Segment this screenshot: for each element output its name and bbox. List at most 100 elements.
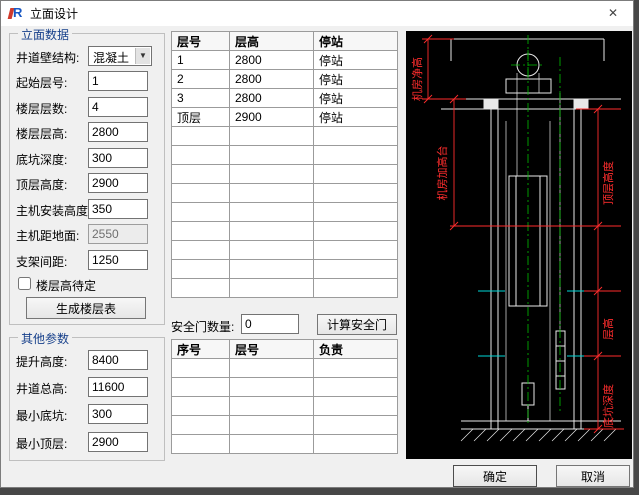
- top-floor-height-input[interactable]: [88, 173, 148, 193]
- elevation-data-group-title: 立面数据: [18, 26, 72, 43]
- safety-door-table: 序号 层号 负责: [171, 339, 398, 454]
- floor-height-tbd-label: 楼层高待定: [36, 277, 96, 294]
- top-floor-height-label: 顶层高度:: [16, 176, 67, 193]
- cell[interactable]: 1: [172, 51, 230, 70]
- table-row: [172, 416, 398, 435]
- floor-table-header-cell: 层高: [230, 32, 314, 51]
- ok-button[interactable]: 确定: [453, 465, 537, 487]
- app-icon: R: [8, 6, 24, 21]
- machine-install-height-label: 主机安装高度:: [16, 202, 91, 219]
- cell[interactable]: 停站: [314, 89, 398, 108]
- cell[interactable]: 2800: [230, 70, 314, 89]
- shaft-wall-value: 混凝土: [93, 51, 129, 65]
- cell[interactable]: 停站: [314, 108, 398, 127]
- table-row: [172, 146, 398, 165]
- bracket-spacing-label: 支架间距:: [16, 253, 67, 270]
- shaft-structure: [441, 39, 621, 429]
- empty-cell: [314, 146, 398, 165]
- start-floor-input[interactable]: [88, 71, 148, 91]
- cell[interactable]: 2: [172, 70, 230, 89]
- empty-cell: [314, 397, 398, 416]
- generate-floor-table-button[interactable]: 生成楼层表: [26, 297, 146, 319]
- field-row: 井道壁结构: 混凝土 ▼: [16, 46, 160, 66]
- table-row: [172, 165, 398, 184]
- field-row: 支架间距:: [16, 250, 160, 270]
- field-row: 楼层层数:: [16, 97, 160, 117]
- floor-height-tbd-checkbox[interactable]: [18, 277, 31, 290]
- machine-install-height-input[interactable]: [88, 199, 148, 219]
- empty-cell: [172, 279, 230, 298]
- empty-cell: [314, 359, 398, 378]
- floor-table-header-cell: 层号: [172, 32, 230, 51]
- floor-count-label: 楼层层数:: [16, 100, 67, 117]
- machine-ground-distance-label: 主机距地面:: [16, 227, 79, 244]
- chevron-down-icon: ▼: [135, 48, 150, 64]
- min-top-floor-input[interactable]: [88, 432, 148, 452]
- empty-cell: [314, 435, 398, 454]
- dimension-lines: [422, 35, 624, 433]
- empty-cell: [172, 222, 230, 241]
- floor-height-input[interactable]: [88, 122, 148, 142]
- shaft-total-height-input[interactable]: [88, 377, 148, 397]
- table-row[interactable]: 2 2800 停站: [172, 70, 398, 89]
- counterweight: [556, 331, 565, 389]
- empty-cell: [230, 279, 314, 298]
- empty-cell: [172, 435, 230, 454]
- start-floor-label: 起始层号:: [16, 74, 67, 91]
- close-icon[interactable]: ✕: [598, 4, 628, 22]
- dim-label-floor-height: 层高: [601, 318, 615, 340]
- empty-cell: [230, 378, 314, 397]
- machine-ground-distance-input: [88, 224, 148, 244]
- safety-door-table-header: 序号 层号 负责: [172, 340, 398, 359]
- empty-cell: [314, 260, 398, 279]
- field-row: 底坑深度:: [16, 148, 160, 168]
- empty-cell: [230, 222, 314, 241]
- window-title: 立面设计: [30, 5, 78, 22]
- empty-cell: [314, 378, 398, 397]
- empty-cell: [172, 184, 230, 203]
- field-row: 井道总高:: [16, 377, 160, 397]
- min-pit-input[interactable]: [88, 404, 148, 424]
- dim-label-top-floor-height: 顶层高度: [601, 161, 615, 205]
- empty-cell: [230, 416, 314, 435]
- empty-cell: [314, 416, 398, 435]
- dimension-labels: 机房净高 机房加高台 顶层高度 层高 底坑深度: [410, 57, 615, 428]
- safety-door-table-header-cell: 序号: [172, 340, 230, 359]
- empty-cell: [314, 165, 398, 184]
- app-icon-letter: R: [13, 5, 22, 20]
- table-row[interactable]: 顶层 2900 停站: [172, 108, 398, 127]
- pit-depth-input[interactable]: [88, 148, 148, 168]
- floor-count-input[interactable]: [88, 97, 148, 117]
- cell[interactable]: 2800: [230, 51, 314, 70]
- cancel-button[interactable]: 取消: [556, 465, 630, 487]
- empty-cell: [314, 127, 398, 146]
- table-row: [172, 279, 398, 298]
- dim-label-pit-depth: 底坑深度: [601, 384, 615, 428]
- min-top-floor-label: 最小顶层:: [16, 435, 67, 452]
- floor-table-header: 层号 层高 停站: [172, 32, 398, 51]
- safety-door-count-input[interactable]: [241, 314, 299, 334]
- table-row[interactable]: 1 2800 停站: [172, 51, 398, 70]
- field-row: 楼层层高:: [16, 122, 160, 142]
- empty-cell: [230, 165, 314, 184]
- cell[interactable]: 停站: [314, 51, 398, 70]
- safety-door-table-header-cell: 层号: [230, 340, 314, 359]
- empty-cell: [230, 260, 314, 279]
- elevation-data-group: 立面数据 井道壁结构: 混凝土 ▼ 起始层号: 楼层层数: 楼层层高: 底坑深度…: [9, 33, 165, 325]
- table-row: [172, 397, 398, 416]
- shaft-wall-select[interactable]: 混凝土 ▼: [88, 46, 152, 66]
- cell[interactable]: 2800: [230, 89, 314, 108]
- empty-cell: [172, 241, 230, 260]
- lift-height-input[interactable]: [88, 350, 148, 370]
- bracket-spacing-input[interactable]: [88, 250, 148, 270]
- cell[interactable]: 停站: [314, 70, 398, 89]
- table-row[interactable]: 3 2800 停站: [172, 89, 398, 108]
- cell[interactable]: 3: [172, 89, 230, 108]
- cell[interactable]: 顶层: [172, 108, 230, 127]
- cell[interactable]: 2900: [230, 108, 314, 127]
- other-params-group-title: 其他参数: [18, 330, 72, 347]
- floor-height-label: 楼层层高:: [16, 125, 67, 142]
- screen: R 立面设计 ✕ 立面数据 井道壁结构: 混凝土 ▼ 起始层号: 楼层层数: 楼…: [0, 0, 639, 495]
- empty-cell: [230, 435, 314, 454]
- calc-safety-door-button[interactable]: 计算安全门: [317, 314, 397, 335]
